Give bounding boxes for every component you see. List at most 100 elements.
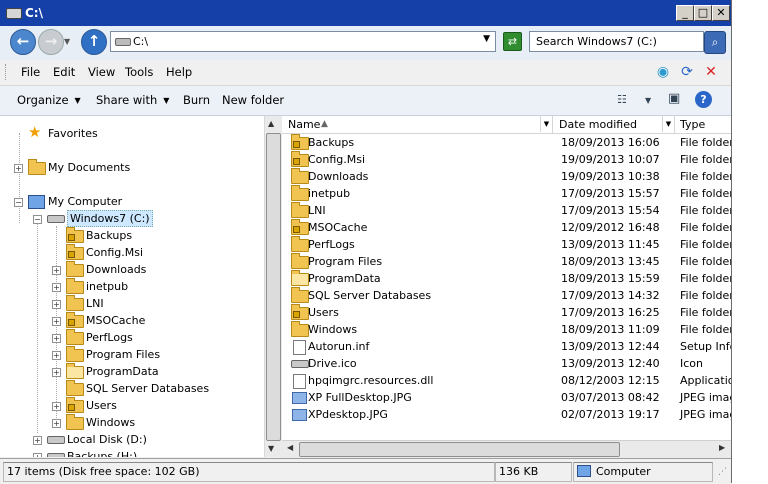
- folder-icon: [66, 329, 84, 345]
- file-name: Autorun.inf: [308, 340, 370, 353]
- address-path: C:\: [133, 35, 149, 48]
- file-row[interactable]: LNI 17/09/2013 15:54 File folder: [282, 202, 731, 219]
- folder-icon: [66, 295, 84, 311]
- expand-icon[interactable]: +: [52, 419, 61, 428]
- expand-icon[interactable]: +: [52, 317, 61, 326]
- file-date: 12/09/2012 16:48: [561, 221, 660, 234]
- chevron-down-icon[interactable]: ▼: [540, 116, 552, 132]
- expand-icon[interactable]: +: [52, 300, 61, 309]
- expand-icon[interactable]: +: [52, 368, 61, 377]
- address-bar[interactable]: C:\ ▼: [110, 31, 496, 52]
- file-row[interactable]: hpqimgrc.resources.dll 08/12/2003 12:15 Ap…: [282, 372, 731, 389]
- scroll-up-icon[interactable]: ▲: [268, 119, 274, 128]
- minimize-button[interactable]: _: [676, 5, 694, 21]
- window-title: C:\: [25, 6, 43, 20]
- help-icon[interactable]: ?: [695, 91, 712, 108]
- folder-icon-shape: [291, 236, 309, 252]
- folder-icon: [66, 244, 84, 260]
- search-icon[interactable]: ⌕: [704, 31, 726, 54]
- tree-line: [37, 221, 38, 433]
- file-name: XP FullDesktop.JPG: [308, 391, 412, 404]
- expand-icon[interactable]: +: [33, 436, 42, 445]
- close-button[interactable]: ✕: [712, 5, 730, 21]
- maximize-button[interactable]: □: [694, 5, 712, 21]
- folder-icon: [291, 321, 309, 338]
- menu-help[interactable]: Help: [166, 65, 192, 79]
- file-list-hscrollbar[interactable]: ◀ ▶: [282, 440, 731, 458]
- history-dropdown-icon[interactable]: ▼: [64, 37, 70, 46]
- file-row[interactable]: Autorun.inf 13/09/2013 12:44 Setup Infor: [282, 338, 731, 355]
- menu-edit[interactable]: Edit: [53, 65, 75, 79]
- file-row[interactable]: Backups 18/09/2013 16:06 File folder: [282, 134, 731, 151]
- folder-icon-shape: [291, 219, 309, 235]
- address-dropdown-icon[interactable]: ▼: [483, 34, 490, 44]
- menu-tools[interactable]: Tools: [125, 65, 153, 79]
- collapse-icon[interactable]: −: [14, 198, 23, 207]
- file-row[interactable]: Drive.ico 13/09/2013 12:40 Icon: [282, 355, 731, 372]
- chevron-down-icon: ▼: [74, 96, 81, 105]
- scroll-left-icon[interactable]: ◀: [287, 443, 293, 452]
- back-arrow-icon[interactable]: ←: [10, 29, 36, 55]
- file-row[interactable]: Config.Msi 19/09/2013 10:07 File folder: [282, 151, 731, 168]
- chevron-down-icon[interactable]: ▼: [645, 96, 651, 105]
- expand-icon[interactable]: +: [52, 402, 61, 411]
- expand-icon[interactable]: +: [52, 283, 61, 292]
- expand-icon[interactable]: +: [52, 351, 61, 360]
- file-row[interactable]: XPdesktop.JPG 02/07/2013 19:17 JPEG imag: [282, 406, 731, 423]
- share-with-button[interactable]: Share with ▼: [96, 93, 169, 107]
- scroll-down-icon[interactable]: ▼: [268, 444, 274, 453]
- file-row[interactable]: MSOCache 12/09/2012 16:48 File folder: [282, 219, 731, 236]
- title-bar[interactable]: C:\ _ □ ✕: [0, 0, 731, 26]
- file-date: 17/09/2013 14:32: [561, 289, 660, 302]
- stop-icon[interactable]: ✕: [702, 63, 720, 81]
- globe-icon[interactable]: ◉: [654, 63, 672, 81]
- resize-grip-icon[interactable]: ⋰: [718, 467, 727, 477]
- file-row[interactable]: ProgramData 18/09/2013 15:59 File folder: [282, 270, 731, 287]
- expand-icon[interactable]: +: [52, 334, 61, 343]
- file-row[interactable]: PerfLogs 13/09/2013 11:45 File folder: [282, 236, 731, 253]
- file-row[interactable]: SQL Server Databases 17/09/2013 14:32 File…: [282, 287, 731, 304]
- file-row[interactable]: Windows 18/09/2013 11:09 File folder: [282, 321, 731, 338]
- column-header-name[interactable]: Name ▲ ▼: [282, 116, 553, 133]
- forward-arrow-icon[interactable]: →: [38, 29, 64, 55]
- file-date: 17/09/2013 15:57: [561, 187, 660, 200]
- scroll-right-icon[interactable]: ▶: [719, 443, 725, 452]
- chevron-down-icon[interactable]: ▼: [662, 116, 674, 132]
- scrollbar-thumb[interactable]: [266, 133, 281, 441]
- refresh-icon[interactable]: ⇄: [503, 32, 522, 51]
- search-input[interactable]: Search Windows7 (C:): [529, 31, 704, 52]
- sync-icon[interactable]: ⟳: [678, 63, 696, 81]
- burn-button[interactable]: Burn: [183, 93, 210, 107]
- expand-icon[interactable]: +: [14, 164, 23, 173]
- new-folder-button[interactable]: New folder: [222, 93, 284, 107]
- folder-icon: [66, 380, 84, 396]
- folder-icon-shape: [291, 321, 309, 337]
- column-header-type[interactable]: Type: [675, 116, 731, 133]
- file-row[interactable]: Downloads 19/09/2013 10:38 File folder: [282, 168, 731, 185]
- organize-button[interactable]: Organize ▼: [17, 93, 81, 107]
- tree-label: SQL Server Databases: [86, 382, 210, 395]
- toolbar-grip[interactable]: [5, 64, 8, 80]
- file-row[interactable]: Users 17/09/2013 16:25 File folder: [282, 304, 731, 321]
- column-header-date[interactable]: Date modified ▼: [553, 116, 675, 133]
- chevron-down-icon: ▼: [163, 96, 170, 105]
- file-date: 13/09/2013 12:40: [561, 357, 660, 370]
- expand-icon[interactable]: +: [33, 453, 42, 457]
- view-options-icon[interactable]: ☷: [617, 93, 627, 106]
- collapse-icon[interactable]: −: [33, 215, 42, 224]
- file-row[interactable]: XP FullDesktop.JPG 03/07/2013 08:42 JPEG i…: [282, 389, 731, 406]
- file-name: inetpub: [308, 187, 351, 200]
- navigation-scrollbar[interactable]: ▲ ▼: [264, 116, 282, 457]
- up-arrow-icon[interactable]: ↑: [81, 29, 107, 55]
- expand-icon[interactable]: +: [52, 266, 61, 275]
- file-row[interactable]: Program Files 18/09/2013 13:45 File folder: [282, 253, 731, 270]
- file-date: 08/12/2003 12:15: [561, 374, 660, 387]
- file-row[interactable]: inetpub 17/09/2013 15:57 File folder: [282, 185, 731, 202]
- computer-icon: [28, 195, 45, 209]
- preview-pane-icon[interactable]: ▣: [668, 91, 680, 106]
- menu-file[interactable]: File: [21, 65, 40, 79]
- folder-icon: [291, 236, 309, 253]
- image-file-icon: [291, 406, 307, 423]
- scrollbar-thumb[interactable]: [299, 442, 620, 457]
- menu-view[interactable]: View: [88, 65, 115, 79]
